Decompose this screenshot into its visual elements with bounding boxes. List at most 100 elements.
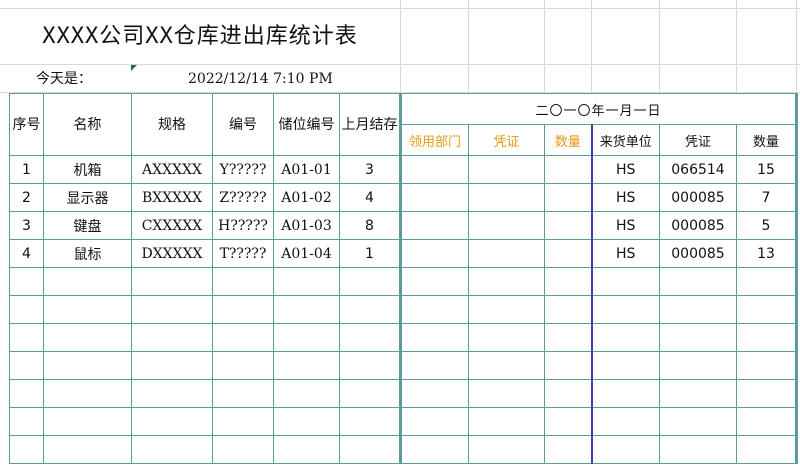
empty-cell[interactable] — [131, 435, 213, 464]
empty-cell[interactable] — [339, 295, 401, 324]
empty-cell[interactable] — [273, 379, 340, 408]
empty-cell[interactable] — [43, 295, 132, 324]
empty-cell[interactable] — [212, 435, 274, 464]
empty-cell[interactable] — [9, 351, 44, 380]
cell-in-supplier[interactable]: HS — [590, 183, 660, 212]
empty-cell[interactable] — [468, 435, 545, 464]
cell-spec[interactable]: BXXXXX — [131, 183, 213, 212]
empty-cell[interactable] — [590, 407, 660, 436]
empty-cell[interactable] — [468, 323, 545, 352]
cell-in-voucher[interactable]: 066514 — [659, 155, 737, 184]
empty-cell[interactable] — [43, 407, 132, 436]
empty-cell[interactable] — [590, 379, 660, 408]
cell-code[interactable]: Y????? — [212, 155, 274, 184]
empty-cell[interactable] — [590, 323, 660, 352]
cell-seq[interactable]: 3 — [9, 211, 44, 240]
cell-storage[interactable]: A01-04 — [273, 239, 340, 268]
empty-cell[interactable] — [399, 295, 469, 324]
cell-in-supplier[interactable]: HS — [590, 155, 660, 184]
cell-code[interactable]: H????? — [212, 211, 274, 240]
cell-out-dept[interactable] — [399, 183, 469, 212]
cell-in-supplier[interactable]: HS — [590, 239, 660, 268]
empty-cell[interactable] — [736, 351, 798, 380]
empty-cell[interactable] — [9, 267, 44, 296]
empty-cell[interactable] — [131, 407, 213, 436]
header-out-qty[interactable]: 数量 — [544, 124, 592, 156]
empty-cell[interactable] — [339, 379, 401, 408]
empty-cell[interactable] — [399, 379, 469, 408]
empty-cell[interactable] — [131, 379, 213, 408]
empty-cell[interactable] — [399, 435, 469, 464]
empty-cell[interactable] — [736, 267, 798, 296]
empty-cell[interactable] — [659, 435, 737, 464]
cell-seq[interactable]: 2 — [9, 183, 44, 212]
empty-cell[interactable] — [131, 267, 213, 296]
cell-name[interactable]: 鼠标 — [43, 239, 132, 268]
empty-cell[interactable] — [590, 295, 660, 324]
empty-cell[interactable] — [43, 435, 132, 464]
cell-spec[interactable]: AXXXXX — [131, 155, 213, 184]
cell-out-voucher[interactable] — [468, 239, 545, 268]
empty-cell[interactable] — [273, 267, 340, 296]
cell-in-voucher[interactable]: 000085 — [659, 211, 737, 240]
empty-cell[interactable] — [544, 435, 592, 464]
empty-cell[interactable] — [736, 379, 798, 408]
empty-cell[interactable] — [212, 351, 274, 380]
empty-cell[interactable] — [399, 267, 469, 296]
empty-cell[interactable] — [43, 323, 132, 352]
cell-seq[interactable]: 4 — [9, 239, 44, 268]
cell-out-dept[interactable] — [399, 211, 469, 240]
empty-cell[interactable] — [590, 435, 660, 464]
empty-cell[interactable] — [399, 407, 469, 436]
cell-out-qty[interactable] — [544, 155, 592, 184]
today-label[interactable]: 今天是： — [36, 68, 92, 90]
header-storage[interactable]: 储位编号 — [273, 93, 340, 156]
empty-cell[interactable] — [590, 351, 660, 380]
empty-cell[interactable] — [212, 323, 274, 352]
empty-cell[interactable] — [659, 267, 737, 296]
empty-cell[interactable] — [544, 323, 592, 352]
empty-cell[interactable] — [273, 295, 340, 324]
header-seq[interactable]: 序号 — [9, 93, 44, 156]
empty-cell[interactable] — [590, 267, 660, 296]
cell-last-month[interactable]: 8 — [339, 211, 401, 240]
empty-cell[interactable] — [544, 379, 592, 408]
cell-in-qty[interactable]: 15 — [736, 155, 798, 184]
cell-name[interactable]: 显示器 — [43, 183, 132, 212]
empty-cell[interactable] — [544, 407, 592, 436]
header-in-supplier[interactable]: 来货单位 — [590, 124, 660, 156]
empty-cell[interactable] — [212, 379, 274, 408]
empty-cell[interactable] — [339, 351, 401, 380]
header-code[interactable]: 编号 — [212, 93, 274, 156]
cell-in-qty[interactable]: 5 — [736, 211, 798, 240]
empty-cell[interactable] — [544, 295, 592, 324]
empty-cell[interactable] — [468, 267, 545, 296]
cell-seq[interactable]: 1 — [9, 155, 44, 184]
cell-out-voucher[interactable] — [468, 183, 545, 212]
empty-cell[interactable] — [212, 407, 274, 436]
empty-cell[interactable] — [468, 295, 545, 324]
empty-cell[interactable] — [339, 267, 401, 296]
cell-in-voucher[interactable]: 000085 — [659, 183, 737, 212]
cell-code[interactable]: Z????? — [212, 183, 274, 212]
empty-cell[interactable] — [339, 323, 401, 352]
empty-cell[interactable] — [9, 407, 44, 436]
empty-cell[interactable] — [659, 351, 737, 380]
empty-cell[interactable] — [736, 407, 798, 436]
empty-cell[interactable] — [131, 351, 213, 380]
empty-cell[interactable] — [339, 407, 401, 436]
empty-cell[interactable] — [9, 435, 44, 464]
cell-in-qty[interactable]: 13 — [736, 239, 798, 268]
cell-code[interactable]: T????? — [212, 239, 274, 268]
empty-cell[interactable] — [544, 267, 592, 296]
empty-cell[interactable] — [9, 323, 44, 352]
empty-cell[interactable] — [273, 435, 340, 464]
cell-spec[interactable]: DXXXXX — [131, 239, 213, 268]
empty-cell[interactable] — [273, 323, 340, 352]
empty-cell[interactable] — [659, 295, 737, 324]
cell-out-voucher[interactable] — [468, 155, 545, 184]
cell-out-dept[interactable] — [399, 155, 469, 184]
cell-spec[interactable]: CXXXXX — [131, 211, 213, 240]
header-out-voucher[interactable]: 凭证 — [468, 124, 545, 156]
empty-cell[interactable] — [131, 323, 213, 352]
